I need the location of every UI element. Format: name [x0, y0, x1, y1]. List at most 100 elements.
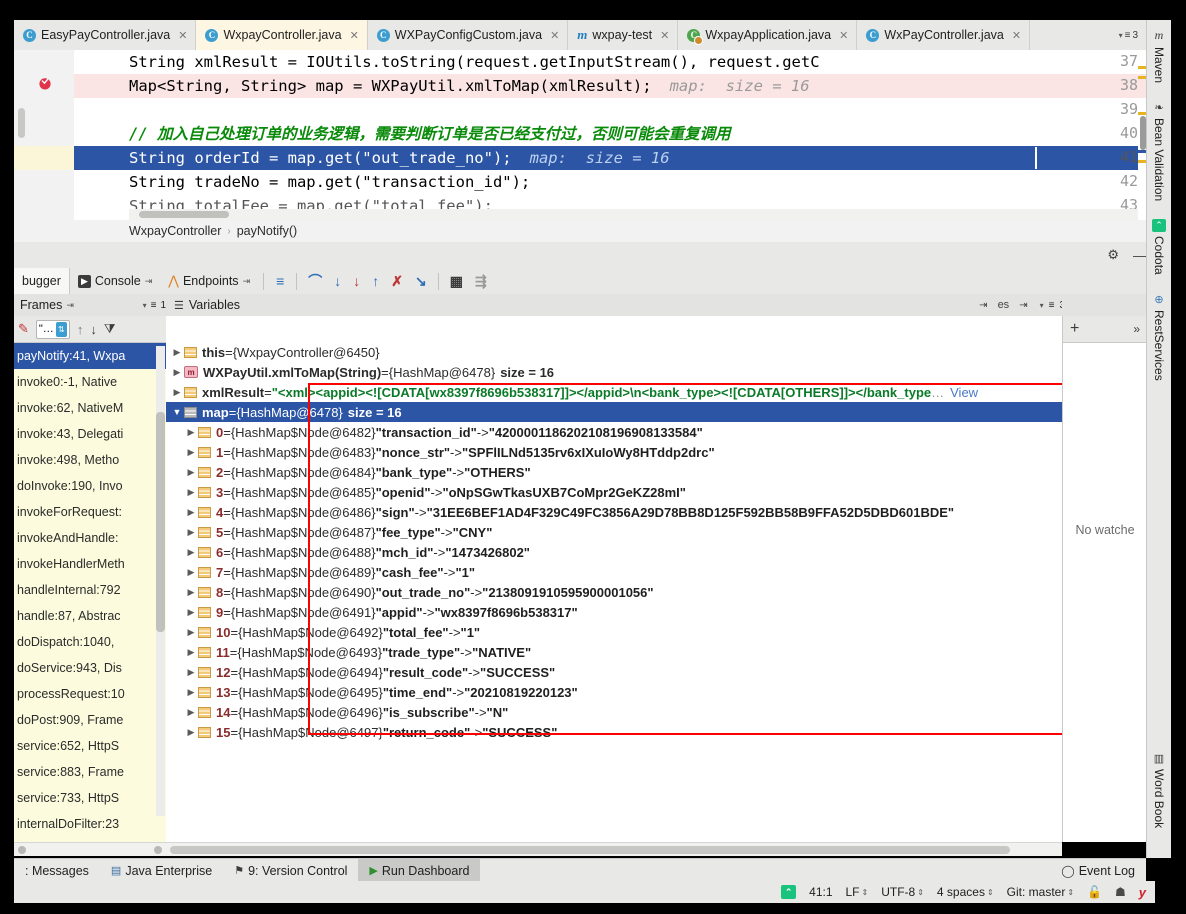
bottom-tab-java-enterprise[interactable]: ▤ Java Enterprise [100, 859, 223, 882]
frame-item[interactable]: doInvoke:190, Invo [14, 473, 166, 499]
frames-toolbar[interactable]: ✎ "… ⇅ ↑ ↓ ⧩ [14, 316, 166, 343]
codota-status-icon[interactable]: ⌃ [781, 885, 797, 899]
frames-panel-header[interactable]: Frames ⇥ ▾ ≡ 1 [14, 294, 172, 317]
encoding-selector[interactable]: UTF-8 ⇕ [881, 885, 924, 899]
map-entry-row[interactable]: ▶ 6 = {HashMap$Node@6488} "mch_id" -> "14… [166, 542, 1062, 562]
variables-panel-header[interactable]: ☰ Variables ⇥ es ⇥ ▾ ≡ 3 [166, 294, 1070, 317]
variable-row[interactable]: ▶ xmlResult = "<xml><appid><![CDATA[wx839… [166, 382, 1062, 402]
warning-marker[interactable] [1138, 112, 1146, 115]
map-entry-row[interactable]: ▶ 15 = {HashMap$Node@6497} "return_code" … [166, 722, 1062, 742]
code-editor[interactable]: 37 38 39 40 41 42 43 String xmlResult = … [14, 50, 1146, 220]
expand-triangle-icon[interactable]: ▶ [184, 427, 198, 438]
frame-item[interactable]: service:652, HttpS [14, 733, 166, 759]
bottom-tab-run-dashboard[interactable]: ▶ Run Dashboard [358, 859, 481, 882]
frames-scrollbar-thumb[interactable] [156, 412, 165, 632]
chevron-icon[interactable]: ⇥ [1019, 300, 1027, 311]
warning-marker[interactable] [1138, 66, 1146, 69]
editor-tab-4[interactable]: C WxpayApplication.java ✕ [678, 20, 858, 50]
step-over-icon[interactable]: ⌒ [302, 271, 328, 291]
rail-item-word-book[interactable]: ▥ Word Book [1147, 744, 1171, 838]
close-icon[interactable]: ✕ [660, 29, 669, 42]
variable-row[interactable]: ▶ this = {WxpayController@6450} [166, 342, 1062, 362]
right-tool-rail[interactable]: m Maven ❧ Bean Validation ⌃ Codota ⊕ Res… [1146, 20, 1171, 858]
debug-toolbar[interactable]: bugger ▶ Console ⇥ ⋀ Endpoints ⇥ ≡ ⌒ ↓ ↓… [14, 268, 1146, 295]
expand-triangle-icon[interactable]: ▶ [184, 547, 198, 558]
chevron-down-icon[interactable]: ▾ [143, 301, 147, 310]
tab-endpoints[interactable]: ⋀ Endpoints ⇥ [160, 268, 258, 294]
step-into-icon[interactable]: ↓ [328, 273, 347, 289]
map-entry-row[interactable]: ▶ 5 = {HashMap$Node@6487} "fee_type" -> "… [166, 522, 1062, 542]
scroll-right-button[interactable] [154, 846, 162, 854]
bottom-tab-messages[interactable]: : Messages [14, 859, 100, 882]
expand-triangle-icon[interactable]: ▶ [184, 647, 198, 658]
editor-tab-1[interactable]: C WxpayController.java ✕ [196, 20, 368, 50]
expand-triangle-icon[interactable]: ▶ [184, 667, 198, 678]
indent-selector[interactable]: 4 spaces ⇕ [937, 885, 994, 899]
close-icon[interactable]: ✕ [350, 29, 359, 42]
rail-item-rest-services[interactable]: ⊕ RestServices [1147, 285, 1171, 391]
move-up-icon[interactable]: ↑ [77, 322, 84, 337]
tab-debugger[interactable]: bugger [14, 268, 70, 294]
minimize-icon[interactable]: — [1133, 248, 1146, 263]
map-entry-row[interactable]: ▶ 11 = {HashMap$Node@6493} "trade_type" -… [166, 642, 1062, 662]
event-log-button[interactable]: ◯ Event Log [1050, 859, 1146, 882]
frame-item[interactable]: handleInternal:792 [14, 577, 166, 603]
frame-item[interactable]: doPost:909, Frame [14, 707, 166, 733]
map-entry-row[interactable]: ▶ 8 = {HashMap$Node@6490} "out_trade_no" … [166, 582, 1062, 602]
warning-marker[interactable] [1138, 76, 1146, 79]
editor-tab-5[interactable]: C WxPayController.java ✕ [857, 20, 1031, 50]
line-separator-selector[interactable]: LF ⇕ [846, 885, 869, 899]
variables-list[interactable]: ▶ this = {WxpayController@6450} ▶ m WXPayUti… [166, 342, 1062, 422]
warning-marker[interactable] [1138, 160, 1146, 163]
expand-triangle-icon[interactable]: ▶ [184, 607, 198, 618]
frame-item[interactable]: invokeForRequest: [14, 499, 166, 525]
map-entry-row[interactable]: ▶ 12 = {HashMap$Node@6494} "result_code" … [166, 662, 1062, 682]
frame-item[interactable]: handle:87, Abstrac [14, 603, 166, 629]
watches-toolbar[interactable]: + » [1063, 316, 1147, 343]
map-entry-row[interactable]: ▶ 13 = {HashMap$Node@6495} "time_end" -> … [166, 682, 1062, 702]
frame-item[interactable]: doService:943, Dis [14, 655, 166, 681]
editor-tab-2[interactable]: C WXPayConfigCustom.java ✕ [368, 20, 569, 50]
expand-triangle-icon[interactable]: ▶ [184, 507, 198, 518]
chevron-icon[interactable]: ⇥ [979, 300, 987, 311]
breadcrumb[interactable]: WxpayController › payNotify() [14, 220, 1146, 242]
map-entry-row[interactable]: ▶ 10 = {HashMap$Node@6492} "total_fee" ->… [166, 622, 1062, 642]
map-entry-row[interactable]: ▶ 2 = {HashMap$Node@6484} "bank_type" -> … [166, 462, 1062, 482]
yandex-icon[interactable]: y [1139, 885, 1146, 900]
frames-scrollbar[interactable] [156, 346, 165, 816]
more-options-icon[interactable]: » [1133, 322, 1140, 336]
editor-tab-3[interactable]: m wxpay-test ✕ [568, 20, 679, 50]
caret-position[interactable]: 41:1 [809, 885, 832, 899]
frame-item[interactable]: processRequest:10 [14, 681, 166, 707]
frames-list[interactable]: payNotify:41, Wxpa invoke0:-1, Native invo… [14, 343, 166, 842]
thread-selector[interactable]: "… ⇅ [35, 319, 70, 339]
frame-item[interactable]: internalDoFilter:23 [14, 811, 166, 837]
variables-horizontal-scrollbar-thumb[interactable] [170, 846, 1010, 854]
variables-panel[interactable]: ▶ this = {WxpayController@6450} ▶ m WXPayUti… [166, 316, 1062, 842]
expand-triangle-icon[interactable]: ▶ [184, 627, 198, 638]
expand-triangle-icon[interactable]: ▶ [184, 487, 198, 498]
variable-row[interactable]: ▶ m WXPayUtil.xmlToMap(String) = {HashMap@… [166, 362, 1062, 382]
lock-icon[interactable]: 🔓 [1087, 885, 1102, 899]
bottom-tab-version-control[interactable]: ⚑ 9: Version Control [223, 859, 358, 882]
expand-triangle-icon[interactable]: ▶ [170, 347, 184, 358]
expand-triangle-icon[interactable]: ▶ [184, 447, 198, 458]
frame-item[interactable]: invoke0:-1, Native [14, 369, 166, 395]
map-entry-row[interactable]: ▶ 0 = {HashMap$Node@6482} "transaction_id… [166, 422, 1062, 442]
settings-icon[interactable]: ⇶ [469, 273, 493, 290]
breadcrumb-class[interactable]: WxpayController [129, 224, 221, 238]
expand-triangle-icon[interactable]: ▶ [184, 727, 198, 738]
expand-triangle-icon[interactable]: ▶ [170, 367, 184, 378]
close-icon[interactable]: ✕ [1012, 29, 1021, 42]
close-icon[interactable]: ✕ [550, 29, 559, 42]
expand-triangle-icon[interactable]: ▶ [184, 467, 198, 478]
breadcrumb-method[interactable]: payNotify() [237, 224, 297, 238]
chevron-updown-icon[interactable]: ⇅ [55, 321, 67, 337]
watches-panel[interactable]: + » No watche [1062, 316, 1147, 842]
tab-overflow-button[interactable]: ▾ ≡ 3 [1111, 20, 1146, 50]
drop-frame-icon[interactable]: ✗ [385, 273, 409, 290]
editor-horizontal-scrollbar[interactable] [129, 209, 1138, 220]
expand-triangle-icon[interactable]: ▶ [184, 527, 198, 538]
rail-item-maven[interactable]: m Maven [1147, 20, 1171, 93]
close-icon[interactable]: ✕ [178, 29, 187, 42]
